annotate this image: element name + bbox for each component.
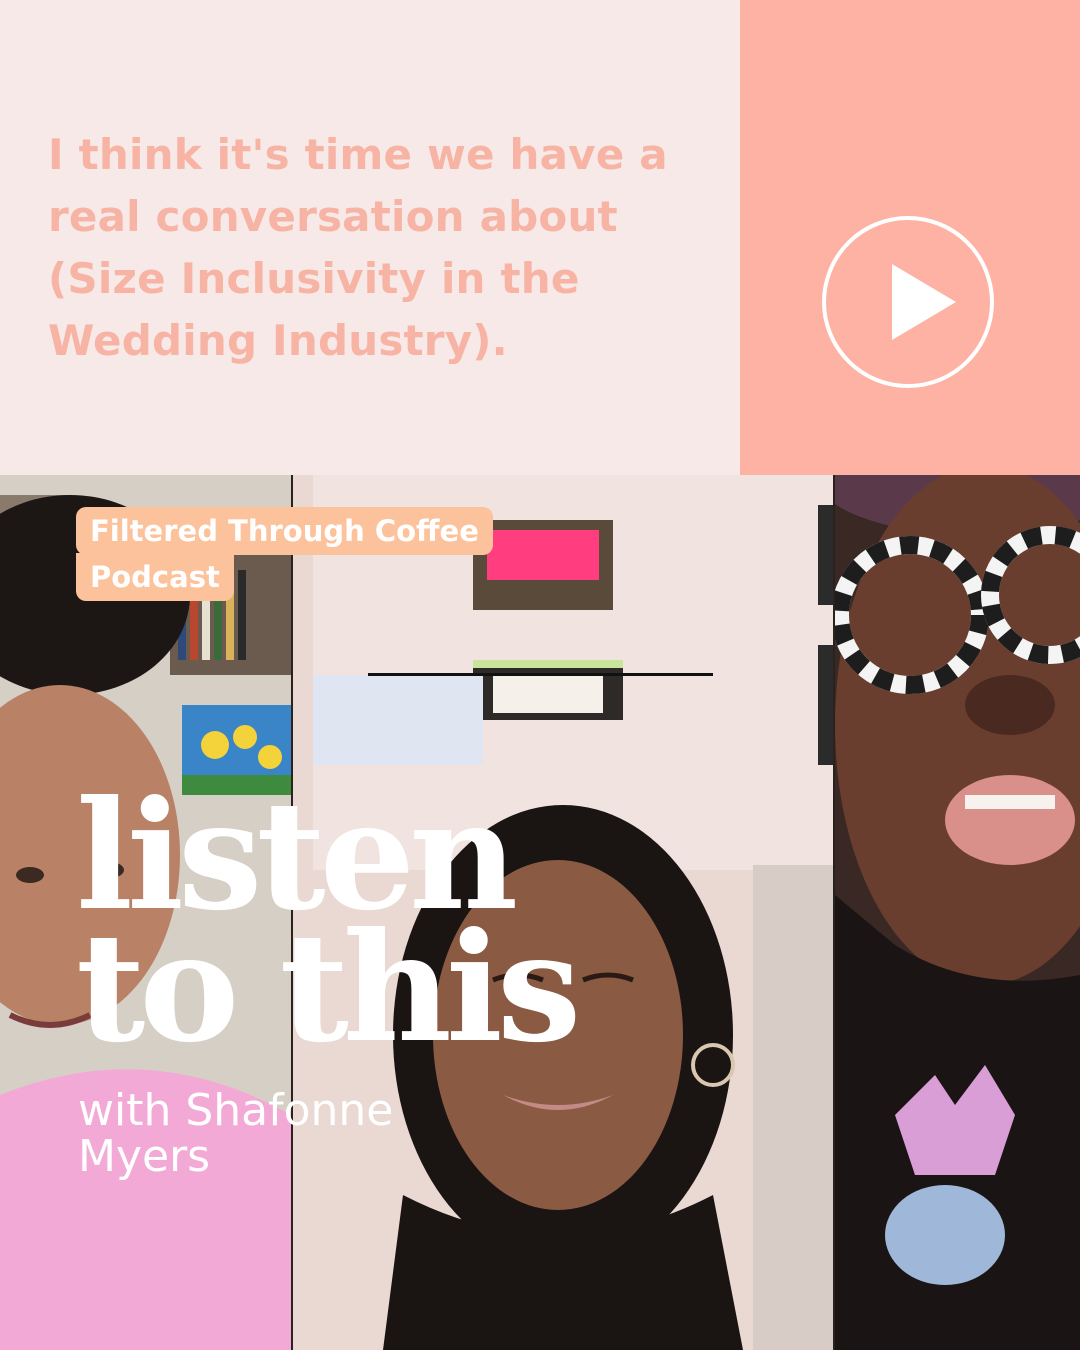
podcast-name-badge-line2: Podcast [76, 553, 234, 601]
play-button[interactable] [822, 216, 994, 388]
headline-line2: to this [76, 900, 581, 1076]
podcast-name-line2: Podcast [90, 560, 220, 594]
play-icon [892, 264, 956, 340]
headline: listen to this [76, 781, 581, 1076]
byline: with Shafonne Myers [78, 1085, 394, 1182]
podcast-name-line1: Filtered Through Coffee [90, 514, 479, 548]
rule-line [368, 673, 713, 676]
video-divider [833, 475, 835, 1350]
top-panel: I think it's time we have a real convers… [0, 0, 740, 475]
participant-right-video [835, 475, 1080, 1350]
quote-text: I think it's time we have a real convers… [48, 130, 668, 365]
podcast-name-badge: Filtered Through Coffee [76, 507, 493, 555]
